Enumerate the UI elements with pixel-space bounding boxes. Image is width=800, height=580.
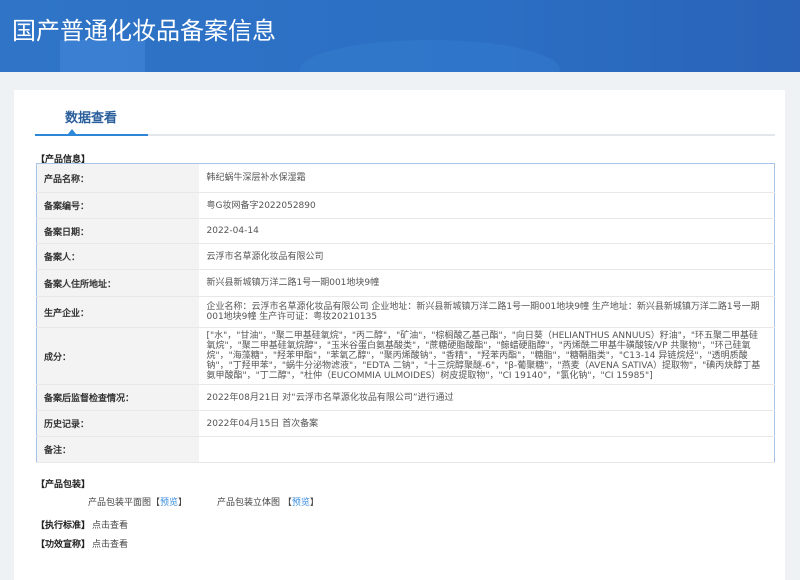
standard-view-link[interactable]: 点击查看 [92,518,128,531]
standard-heading: 【执行标准】 [36,521,91,531]
row-value: 粤G妆网备字2022052890 [198,192,775,219]
row-label: 备案人： [36,243,199,270]
page-header: 国产普通化妆品备案信息 [0,0,800,72]
packaging-solid-preview-link[interactable]: 预览 [292,498,310,508]
row-label: 备案编号： [36,192,199,219]
row-label: 产品名称： [36,163,199,193]
row-label: 备案日期： [36,218,199,244]
row-value [198,436,775,463]
tab-data-view[interactable]: 数据查看 [65,107,117,126]
table-row: 产品名称： 韩纪蜗牛深层补水保湿霜 [36,163,775,193]
row-label: 备注： [36,436,199,463]
packaging-flat-preview-link[interactable]: 预览 [160,498,178,508]
bracket: 【 [282,498,292,508]
table-row: 备案编号： 粤G妆网备字2022052890 [36,192,775,219]
packaging-heading: 【产品包装】 [36,480,91,490]
row-value: 2022-04-14 [198,218,775,244]
bracket: 】 [178,498,188,508]
row-label: 生产企业： [36,296,199,328]
table-row: 备案日期： 2022-04-14 [36,218,775,244]
product-info-table: 产品名称： 韩纪蜗牛深层补水保湿霜 备案编号： 粤G妆网备字2022052890 备案日… [36,163,775,463]
table-row: 成分： ["水"，"甘油"，"聚二甲基硅氧烷"，"丙二醇"，"矿油"，"棕榈酸乙基… [36,327,775,385]
row-label: 备案后监督检查情况： [36,384,199,411]
table-row: 生产企业： 企业名称：云浮市名草源化妆品有限公司 企业地址：新兴县新城镇万洋二路1… [36,296,775,328]
efficacy-heading: 【功效宣称】 [36,540,91,550]
row-value: 企业名称：云浮市名草源化妆品有限公司 企业地址：新兴县新城镇万洋二路1号一期00… [198,296,775,328]
row-value: 新兴县新城镇万洋二路1号一期001地块9幢 [198,269,775,297]
tab-active-indicator [35,134,148,136]
content-card: 数据查看 【产品信息】 产品名称： 韩纪蜗牛深层补水保湿霜 备案编号： 粤G妆网备字2… [14,90,785,580]
bracket: 【 [151,498,161,508]
packaging-solid-label: 产品包装立体图 [217,498,281,508]
row-label: 历史记录： [36,410,199,437]
table-row: 历史记录： 2022年04月15日 首次备案 [36,410,775,437]
row-value: 2022年04月15日 首次备案 [198,410,775,437]
table-row: 备注： [36,436,775,463]
bracket: 】 [309,498,319,508]
packaging-flat: 产品包装平面图【预览】 [88,495,187,508]
row-value: 韩纪蜗牛深层补水保湿霜 [198,163,775,193]
page-title: 国产普通化妆品备案信息 [12,17,276,45]
table-row: 备案后监督检查情况： 2022年08月21日 对“云浮市名草源化妆品有限公司”进行… [36,384,775,411]
tab-arrow-icon [68,129,76,134]
row-value: 2022年08月21日 对“云浮市名草源化妆品有限公司”进行通过 [198,384,775,411]
efficacy-view-link[interactable]: 点击查看 [92,537,128,550]
packaging-solid: 产品包装立体图 【预览】 [217,495,319,508]
packaging-flat-label: 产品包装平面图 [88,498,152,508]
table-row: 备案人住所地址： 新兴县新城镇万洋二路1号一期001地块9幢 [36,269,775,297]
row-label: 成分： [36,327,199,385]
row-label: 备案人住所地址： [36,269,199,297]
row-value: 云浮市名草源化妆品有限公司 [198,243,775,270]
row-value: ["水"，"甘油"，"聚二甲基硅氧烷"，"丙二醇"，"矿油"，"棕榈酸乙基己酯"… [198,327,775,385]
table-row: 备案人： 云浮市名草源化妆品有限公司 [36,243,775,270]
